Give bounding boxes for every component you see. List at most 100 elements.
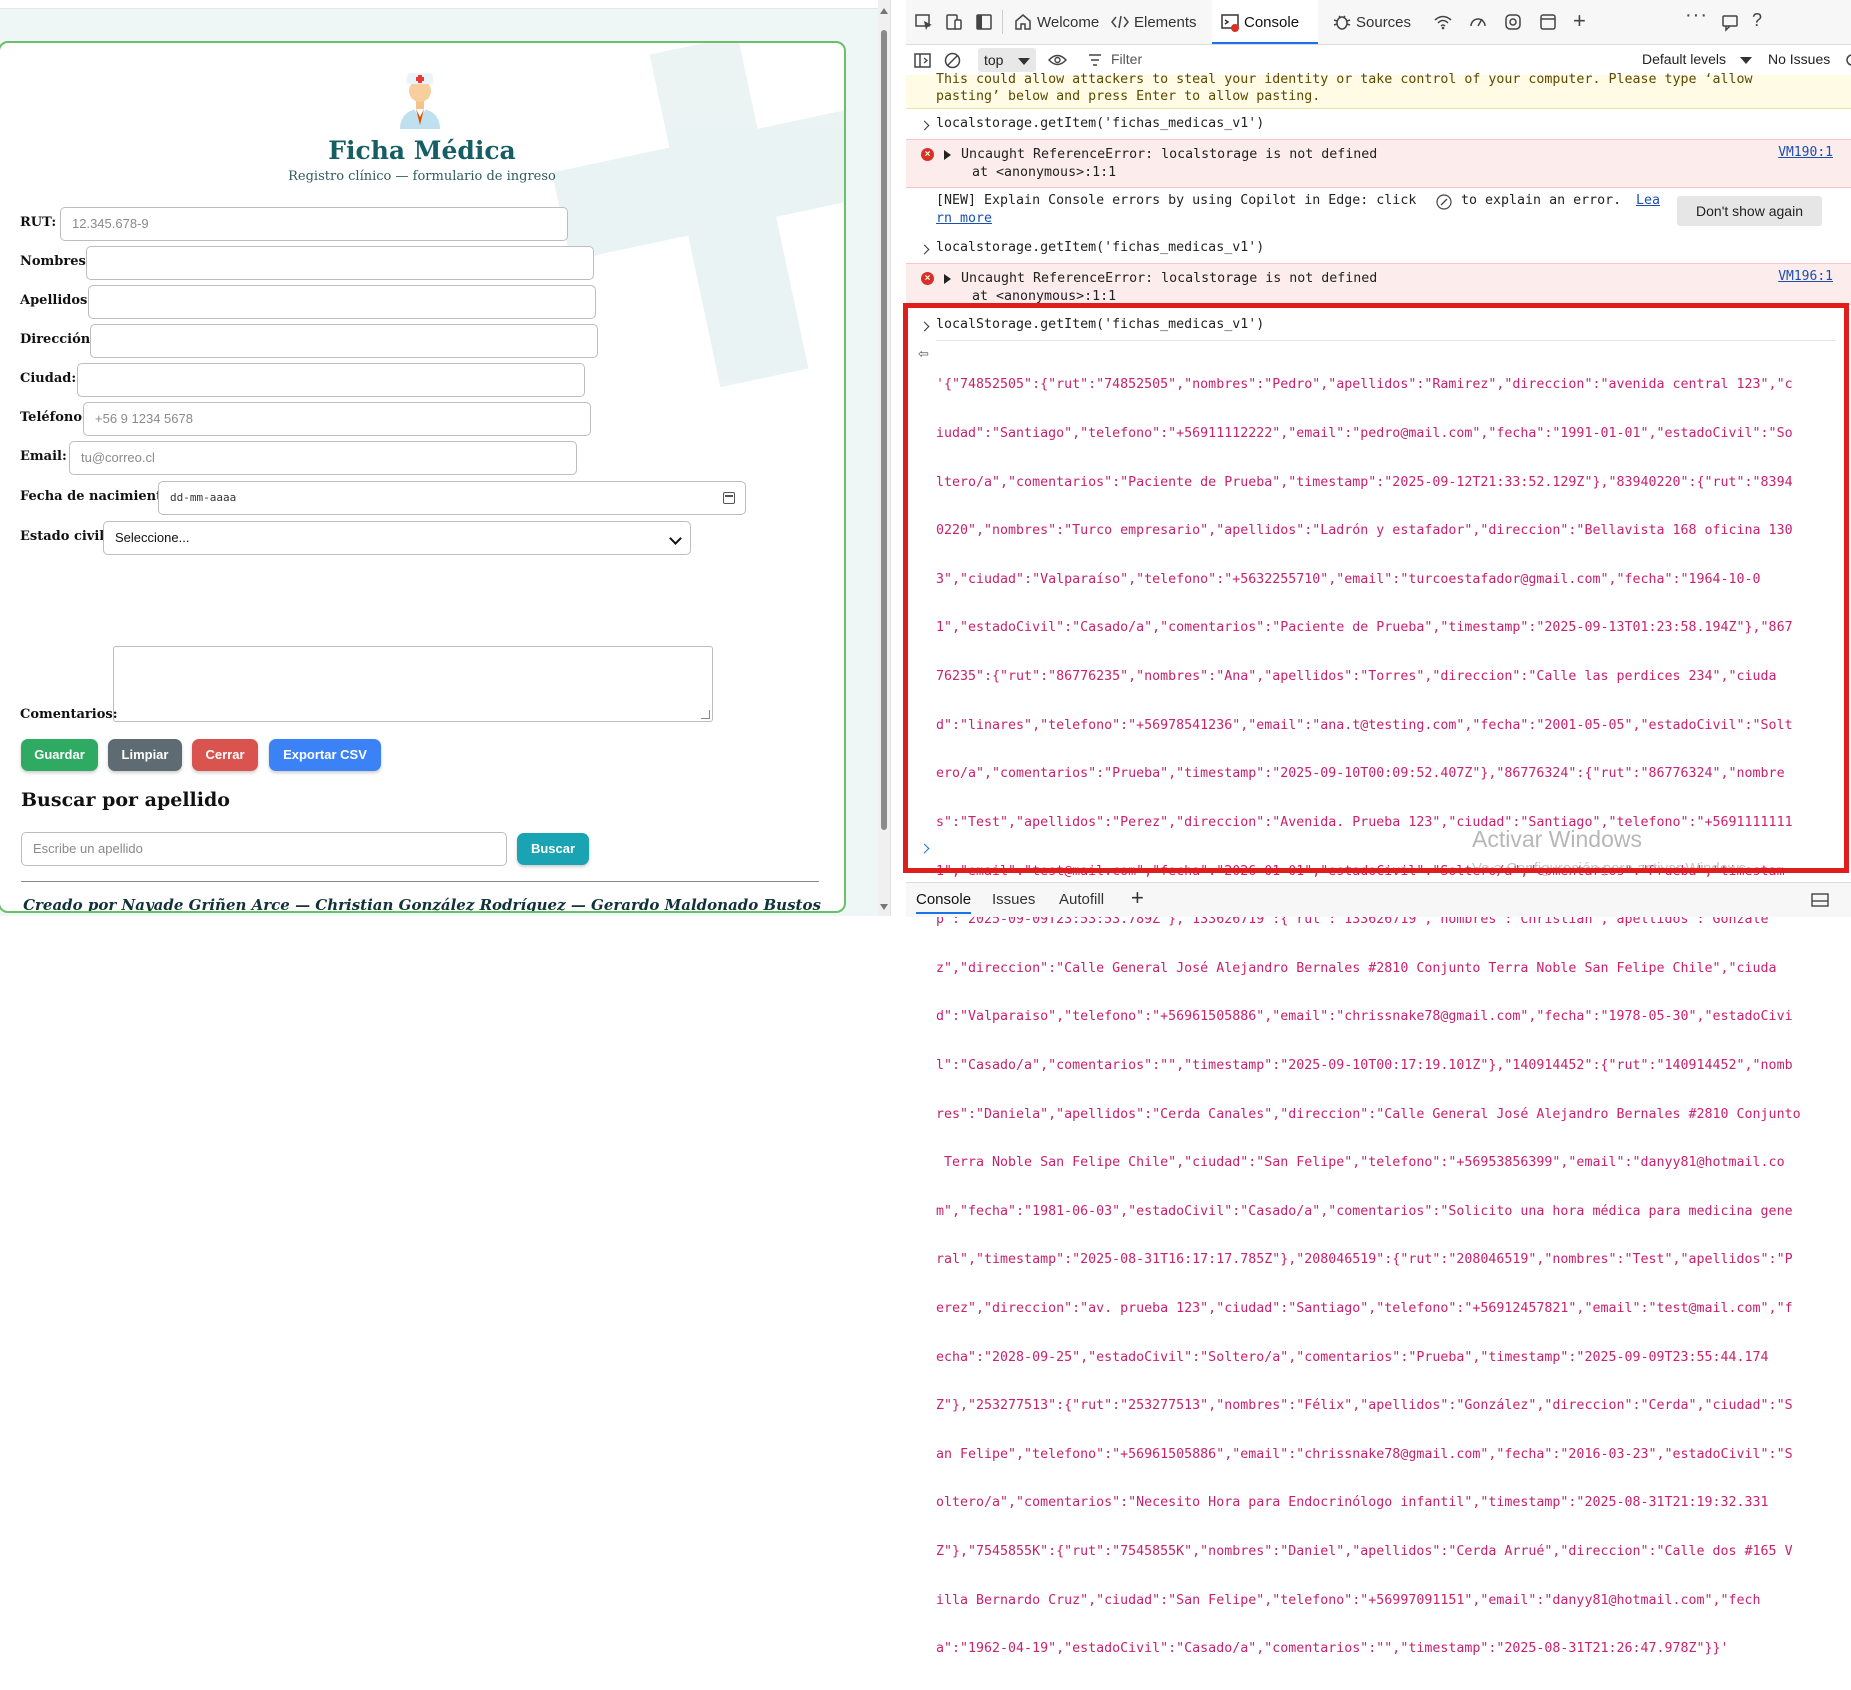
resize-grip-icon[interactable]: [700, 710, 711, 719]
tab-welcome[interactable]: Welcome: [1037, 0, 1099, 44]
ciudad-input[interactable]: [77, 363, 585, 397]
context-selector-label: top: [984, 52, 1004, 68]
drawer-tab-console[interactable]: Console: [916, 891, 972, 914]
telefono-label: Teléfono:: [20, 410, 87, 425]
tab-sources[interactable]: Sources: [1356, 0, 1411, 44]
home-icon: [1015, 14, 1031, 30]
cerrar-button[interactable]: Cerrar: [192, 739, 258, 771]
devtools-panel: Welcome Elements Console Sources + ··· ?…: [903, 0, 1851, 1656]
settings-gear-icon[interactable]: [1503, 12, 1523, 32]
expand-triangle-icon[interactable]: [944, 150, 951, 160]
telefono-input[interactable]: +56 9 1234 5678: [83, 402, 591, 436]
issues-counter[interactable]: No Issues: [1768, 51, 1830, 67]
output-line: erez","direccion":"av. prueba 123","ciud…: [936, 1300, 1793, 1316]
output-line: Z"},"7545855K":{"rut":"7545855K","nombre…: [936, 1544, 1793, 1560]
scroll-up-icon[interactable]: [880, 8, 888, 14]
limpiar-button[interactable]: Limpiar: [108, 739, 182, 771]
page-scrollbar[interactable]: [878, 0, 890, 916]
filter-input[interactable]: Filter: [1111, 51, 1142, 67]
calendar-icon[interactable]: [723, 492, 735, 504]
error-1-trace: at <anonymous>:1:1: [972, 165, 1117, 180]
nombres-label: Nombres:: [20, 254, 91, 269]
bug-icon: [1333, 15, 1351, 30]
fecha-input[interactable]: dd-mm-aaaa: [158, 481, 746, 515]
inspect-icon[interactable]: [914, 12, 934, 32]
add-drawer-tab-icon[interactable]: +: [1131, 885, 1144, 911]
console-command-2: localstorage.getItem('fichas_medicas_v1'…: [936, 240, 1265, 255]
output-line: oltero/a","comentarios":"Necesito Hora p…: [936, 1495, 1769, 1511]
page-subtitle: Registro clínico — formulario de ingreso: [288, 169, 556, 184]
error-2-message: Uncaught ReferenceError: localstorage is…: [961, 271, 1378, 286]
scroll-thumb[interactable]: [881, 30, 887, 830]
doctor-icon: [400, 73, 440, 129]
device-toolbar-icon[interactable]: [944, 12, 964, 32]
buscar-button[interactable]: Buscar: [517, 833, 589, 865]
estado-selected-value: Seleccione...: [115, 530, 190, 545]
email-input[interactable]: tu@correo.cl: [69, 441, 577, 475]
direccion-input[interactable]: [90, 324, 598, 358]
dock-side-icon[interactable]: [974, 12, 994, 32]
apellidos-input[interactable]: [88, 285, 596, 319]
tab-elements[interactable]: Elements: [1134, 0, 1197, 44]
scroll-down-icon[interactable]: [880, 904, 888, 910]
warning-line-1: This could allow attackers to steal your…: [936, 72, 1753, 87]
console-settings-icon[interactable]: [1844, 52, 1851, 68]
exportar-csv-button[interactable]: Exportar CSV: [269, 739, 381, 771]
output-line: Terra Noble San Felipe Chile","ciudad":"…: [936, 1155, 1785, 1171]
application-icon[interactable]: [1538, 12, 1558, 32]
web-page: Ficha Médica Registro clínico — formular…: [0, 0, 880, 916]
nombres-input[interactable]: [86, 246, 594, 280]
help-icon[interactable]: ?: [1752, 10, 1762, 31]
learn-more-link-part1[interactable]: Lea: [1636, 193, 1660, 208]
chevron-down-icon: [669, 532, 682, 545]
output-line: ral","timestamp":"2025-08-31T16:17:17.78…: [936, 1252, 1793, 1268]
output-line: z","direccion":"Calle General José Aleja…: [936, 960, 1777, 976]
error-1-message: Uncaught ReferenceError: localstorage is…: [961, 147, 1378, 162]
search-heading: Buscar por apellido: [21, 789, 230, 811]
output-line: an Felipe","telefono":"+56961505886","em…: [936, 1446, 1793, 1462]
guardar-button[interactable]: Guardar: [21, 739, 98, 771]
code-icon: [1111, 15, 1129, 29]
more-options-icon[interactable]: ···: [1685, 4, 1708, 27]
error-1-source-link[interactable]: VM190:1: [1778, 145, 1833, 160]
output-line: echa":"2028-09-25","estadoCivil":"Solter…: [936, 1349, 1769, 1365]
page-title: Ficha Médica: [328, 136, 516, 165]
expand-triangle-icon[interactable]: [944, 274, 951, 284]
live-expression-eye-icon[interactable]: [1048, 53, 1067, 67]
clear-console-icon[interactable]: [944, 52, 961, 69]
console-error-1: × Uncaught ReferenceError: localstorage …: [906, 139, 1851, 188]
output-line: Z"},"253277513":{"rut":"253277513","nomb…: [936, 1398, 1793, 1414]
rut-input[interactable]: 12.345.678-9: [60, 207, 568, 241]
error-2-trace: at <anonymous>:1:1: [972, 289, 1117, 304]
credits-text: Creado por Nayade Griñen Arce — Christia…: [23, 896, 821, 913]
add-tab-icon[interactable]: +: [1573, 8, 1586, 34]
comentarios-label: Comentarios:: [20, 707, 118, 722]
apellidos-label: Apellidos:: [20, 293, 93, 308]
fecha-placeholder: dd-mm-aaaa: [170, 491, 237, 504]
drawer-tab-autofill[interactable]: Autofill: [1059, 891, 1104, 908]
console-command-1: localstorage.getItem('fichas_medicas_v1'…: [936, 116, 1265, 131]
drawer-tab-issues[interactable]: Issues: [992, 891, 1035, 908]
context-selector[interactable]: top: [978, 48, 1036, 72]
copilot-icon: [1436, 194, 1452, 210]
output-line: l":"Casado/a","comentarios":"","timestam…: [936, 1057, 1793, 1073]
error-icon: ×: [921, 148, 934, 161]
output-line: res":"Daniela","apellidos":"Cerda Canale…: [936, 1106, 1801, 1122]
performance-icon[interactable]: [1468, 12, 1488, 32]
error-2-source-link[interactable]: VM196:1: [1778, 269, 1833, 284]
feedback-icon[interactable]: [1720, 12, 1740, 32]
rut-label: RUT:: [20, 215, 57, 230]
network-wifi-icon[interactable]: [1433, 12, 1453, 32]
levels-chevron-icon: [1740, 57, 1752, 64]
divider-line: [21, 881, 819, 882]
learn-more-link-part2[interactable]: rn more: [936, 211, 992, 226]
estado-select[interactable]: Seleccione...: [103, 521, 691, 555]
sidebar-toggle-icon[interactable]: [914, 52, 931, 69]
copilot-message-part2: to explain an error.: [1453, 193, 1622, 208]
dock-drawer-icon[interactable]: [1811, 892, 1829, 908]
dont-show-again-button[interactable]: Don't show again: [1677, 196, 1822, 226]
comentarios-textarea[interactable]: [113, 646, 713, 722]
log-levels-dropdown[interactable]: Default levels: [1642, 51, 1726, 67]
filter-icon: [1089, 54, 1101, 66]
search-input[interactable]: Escribe un apellido: [21, 832, 507, 866]
